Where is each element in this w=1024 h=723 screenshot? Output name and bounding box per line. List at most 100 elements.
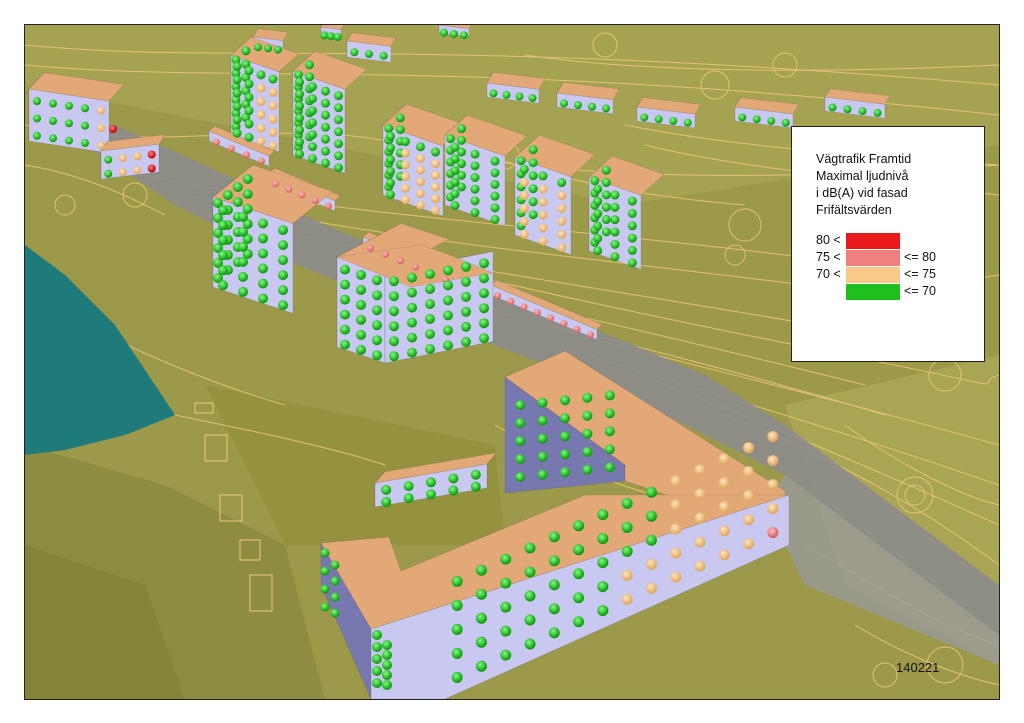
- noise-level-marker: [431, 147, 440, 157]
- noise-level-marker: [258, 248, 268, 259]
- noise-level-marker: [232, 115, 242, 125]
- noise-level-marker: [743, 490, 755, 502]
- noise-level-marker: [450, 189, 460, 199]
- noise-level-marker: [500, 553, 512, 565]
- noise-level-marker: [416, 200, 425, 210]
- noise-level-marker: [490, 191, 500, 201]
- noise-level-marker: [538, 223, 548, 233]
- noise-level-marker: [321, 122, 330, 132]
- noise-level-marker: [593, 196, 603, 206]
- noise-level-marker: [222, 190, 233, 200]
- noise-level-marker: [278, 300, 288, 311]
- noise-level-marker: [278, 270, 288, 281]
- noise-level-marker: [586, 331, 594, 339]
- noise-level-marker: [451, 671, 463, 683]
- noise-level-marker: [382, 670, 392, 680]
- noise-level-marker: [242, 189, 253, 199]
- noise-level-marker: [372, 290, 382, 301]
- noise-level-marker: [627, 258, 637, 268]
- noise-level-marker: [515, 436, 526, 446]
- noise-level-marker: [524, 566, 536, 578]
- noise-level-marker: [604, 444, 615, 455]
- noise-level-marker: [401, 183, 410, 193]
- noise-level-marker: [232, 88, 242, 98]
- noise-level-marker: [321, 86, 330, 96]
- noise-level-marker: [295, 113, 304, 123]
- noise-level-marker: [382, 650, 392, 660]
- noise-level-marker: [548, 531, 560, 543]
- noise-level-marker: [379, 51, 388, 60]
- noise-level-marker: [548, 627, 560, 639]
- noise-level-marker: [460, 31, 468, 40]
- noise-level-marker: [475, 660, 487, 672]
- noise-level-marker: [308, 130, 317, 140]
- noise-level-marker: [604, 462, 615, 473]
- noise-level-marker: [451, 575, 463, 587]
- noise-level-marker: [670, 523, 682, 535]
- noise-level-marker: [386, 131, 395, 141]
- noise-level-marker: [256, 97, 266, 106]
- noise-level-marker: [520, 303, 528, 311]
- noise-level-marker: [560, 99, 568, 108]
- noise-level-marker: [450, 30, 458, 38]
- noise-level-marker: [524, 542, 536, 554]
- noise-level-marker: [767, 455, 779, 467]
- noise-level-marker: [593, 221, 603, 231]
- noise-level-marker: [627, 208, 637, 218]
- noise-level-marker: [547, 314, 555, 322]
- noise-level-marker: [597, 605, 609, 617]
- noise-level-marker: [372, 642, 382, 652]
- noise-level-marker: [372, 654, 382, 664]
- noise-level-marker: [65, 136, 73, 145]
- noise-level-marker: [264, 44, 272, 53]
- noise-level-marker: [311, 196, 319, 204]
- noise-level-marker: [278, 255, 288, 266]
- noise-level-marker: [528, 184, 538, 194]
- noise-level-marker: [295, 89, 304, 99]
- legend-title-line: Vägtrafik Framtid: [816, 152, 912, 166]
- noise-level-marker: [621, 497, 633, 509]
- noise-level-marker: [97, 141, 105, 150]
- noise-level-marker: [382, 250, 389, 258]
- noise-level-marker: [425, 314, 435, 324]
- noise-level-marker: [258, 157, 265, 165]
- noise-level-marker: [416, 142, 425, 152]
- noise-level-marker: [340, 339, 350, 350]
- noise-level-marker: [305, 72, 314, 82]
- noise-level-marker: [448, 485, 459, 496]
- noise-level-marker: [330, 576, 340, 586]
- legend-title: Vägtrafik Framtid Maximal ljudnivå i dB(…: [816, 151, 911, 219]
- noise-level-marker: [470, 173, 480, 182]
- noise-level-marker: [640, 113, 649, 122]
- noise-level-marker: [295, 101, 304, 111]
- noise-level-marker: [244, 92, 254, 102]
- noise-level-marker: [356, 344, 366, 355]
- noise-level-marker: [718, 453, 730, 465]
- noise-level-marker: [372, 678, 382, 688]
- noise-level-marker: [694, 464, 706, 476]
- noise-level-marker: [295, 125, 304, 135]
- noise-level-marker: [621, 545, 633, 557]
- noise-level-marker: [232, 182, 243, 192]
- noise-level-marker: [256, 83, 266, 93]
- noise-level-marker: [694, 512, 706, 524]
- noise-level-marker: [767, 503, 779, 515]
- noise-level-marker: [767, 527, 779, 539]
- noise-level-marker: [258, 293, 268, 304]
- noise-level-marker: [321, 110, 330, 120]
- noise-level-marker: [752, 115, 761, 124]
- noise-level-marker: [557, 230, 567, 240]
- noise-level-marker: [593, 233, 603, 243]
- noise-level-marker: [305, 60, 314, 70]
- noise-level-marker: [147, 150, 156, 159]
- noise-level-marker: [443, 265, 453, 276]
- noise-level-marker: [610, 190, 620, 200]
- noise-level-marker: [479, 273, 489, 284]
- legend-title-line: Frifältsvärden: [816, 203, 892, 217]
- noise-level-marker: [538, 184, 548, 194]
- noise-level-marker: [573, 325, 581, 333]
- noise-level-marker: [451, 647, 463, 659]
- noise-level-marker: [330, 608, 340, 618]
- noise-level-marker: [133, 152, 142, 161]
- noise-level-marker: [431, 170, 440, 180]
